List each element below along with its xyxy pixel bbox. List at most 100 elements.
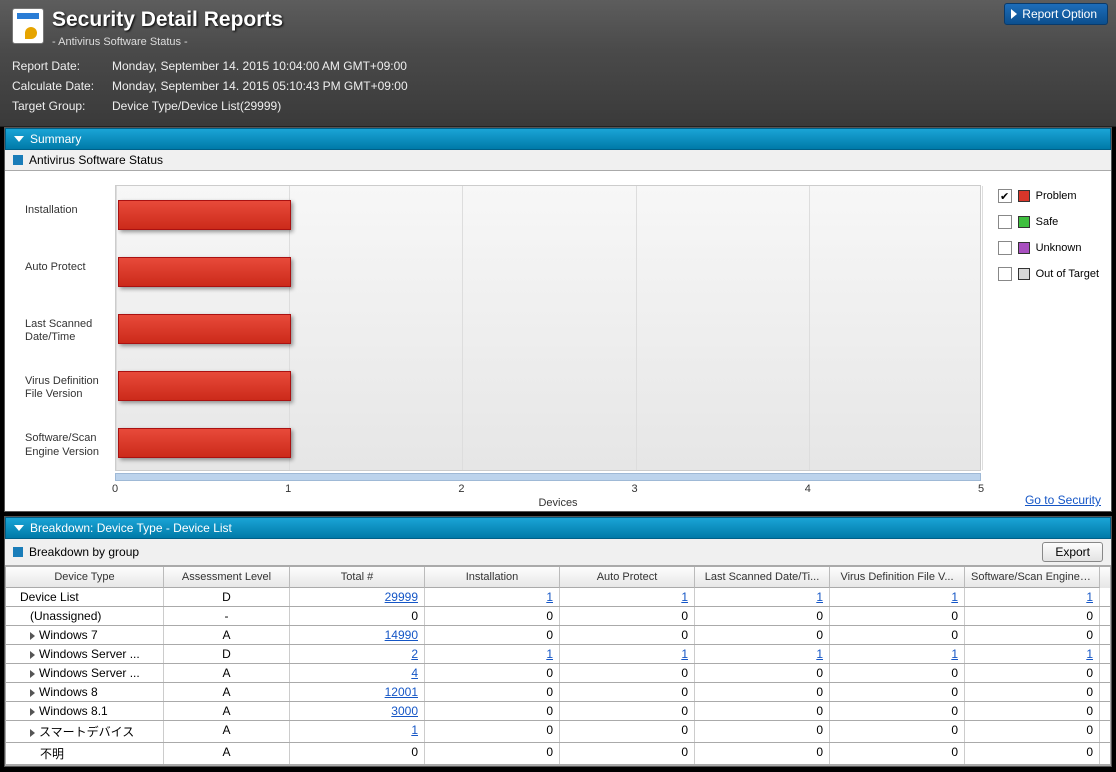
expand-icon[interactable] — [30, 651, 35, 659]
cell-value[interactable]: 1 — [830, 645, 965, 663]
cell-value[interactable]: 1 — [425, 645, 560, 663]
legend-item[interactable]: Safe — [998, 215, 1099, 229]
table-row[interactable]: 不明A000000 — [6, 743, 1110, 765]
legend-item[interactable]: ✔Problem — [998, 189, 1099, 203]
go-to-security-link[interactable]: Go to Security — [1025, 493, 1101, 507]
x-tick-label: 2 — [458, 483, 464, 495]
cell-total[interactable]: 14990 — [290, 626, 425, 644]
legend-checkbox[interactable]: ✔ — [998, 189, 1012, 203]
chart-bar[interactable] — [118, 257, 291, 287]
cell-value: 0 — [695, 626, 830, 644]
cell-value[interactable]: 1 — [695, 645, 830, 663]
cell-assessment-level: A — [164, 683, 290, 701]
export-button[interactable]: Export — [1042, 542, 1103, 562]
cell-value: 0 — [560, 664, 695, 682]
cell-total[interactable]: 12001 — [290, 683, 425, 701]
cell-device-type: Windows Server ... — [6, 664, 164, 682]
cell-total[interactable]: 2 — [290, 645, 425, 663]
expand-icon[interactable] — [30, 689, 35, 697]
cell-value: 0 — [965, 721, 1100, 742]
cell-value: 0 — [965, 743, 1100, 764]
cell-value: 0 — [695, 607, 830, 625]
cell-value[interactable]: 1 — [560, 588, 695, 606]
cell-value: 0 — [830, 683, 965, 701]
x-tick-label: 5 — [978, 483, 984, 495]
cell-device-type: Windows 7 — [6, 626, 164, 644]
legend-item[interactable]: Out of Target — [998, 267, 1099, 281]
expand-icon[interactable] — [30, 670, 35, 678]
cell-total[interactable]: 29999 — [290, 588, 425, 606]
breakdown-section-label: Breakdown: Device Type - Device List — [30, 521, 232, 535]
breakdown-section-header[interactable]: Breakdown: Device Type - Device List — [5, 517, 1111, 539]
meta-report-date: Report Date: Monday, September 14. 2015 … — [12, 56, 1104, 76]
y-category-label: Installation — [5, 204, 109, 217]
x-tick-label: 1 — [285, 483, 291, 495]
cell-value: 0 — [965, 626, 1100, 644]
cell-assessment-level: D — [164, 645, 290, 663]
legend-checkbox[interactable] — [998, 241, 1012, 255]
cell-total[interactable]: 3000 — [290, 702, 425, 720]
legend-label: Unknown — [1036, 242, 1082, 254]
report-icon — [12, 8, 44, 44]
cell-assessment-level: A — [164, 743, 290, 764]
column-header[interactable]: Auto Protect — [560, 567, 695, 588]
play-icon — [1011, 9, 1017, 19]
legend-item[interactable]: Unknown — [998, 241, 1099, 255]
table-row[interactable]: Windows Server ...A400000 — [6, 664, 1110, 683]
summary-subheading: Antivirus Software Status — [5, 150, 1111, 171]
table-row[interactable]: Windows Server ...D211111 — [6, 645, 1110, 664]
expand-icon[interactable] — [30, 632, 35, 640]
column-header[interactable]: Last Scanned Date/Ti... — [695, 567, 830, 588]
column-header[interactable]: Device Type — [6, 567, 164, 588]
chevron-down-icon — [14, 525, 24, 531]
column-header[interactable]: Total # — [290, 567, 425, 588]
cell-value[interactable]: 1 — [830, 588, 965, 606]
chart-bar[interactable] — [118, 428, 291, 458]
cell-value[interactable]: 1 — [560, 645, 695, 663]
table-row[interactable]: Device ListD2999911111 — [6, 588, 1110, 607]
cell-total[interactable]: 1 — [290, 721, 425, 742]
table-row[interactable]: (Unassigned)-000000 — [6, 607, 1110, 626]
chart-bar[interactable] — [118, 371, 291, 401]
table-row[interactable]: Windows 8.1A300000000 — [6, 702, 1110, 721]
cell-value[interactable]: 1 — [425, 588, 560, 606]
cell-value[interactable]: 1 — [965, 588, 1100, 606]
chart-plot — [115, 185, 981, 471]
x-axis — [115, 473, 981, 481]
chart-bar[interactable] — [118, 200, 291, 230]
square-icon — [13, 155, 23, 165]
legend-swatch — [1018, 190, 1030, 202]
column-header[interactable]: Virus Definition File V... — [830, 567, 965, 588]
column-header[interactable]: Assessment Level — [164, 567, 290, 588]
column-header[interactable]: Software/Scan Engine V... — [965, 567, 1100, 588]
cell-device-type: 不明 — [6, 743, 164, 764]
legend-swatch — [1018, 268, 1030, 280]
summary-section-header[interactable]: Summary — [5, 128, 1111, 150]
table-row[interactable]: Windows 7A1499000000 — [6, 626, 1110, 645]
cell-value: 0 — [830, 721, 965, 742]
expand-icon[interactable] — [30, 729, 35, 737]
chart-bar[interactable] — [118, 314, 291, 344]
cell-value[interactable]: 1 — [965, 645, 1100, 663]
legend-checkbox[interactable] — [998, 215, 1012, 229]
summary-panel-title: Antivirus Software Status — [29, 153, 163, 167]
cell-total[interactable]: 4 — [290, 664, 425, 682]
cell-assessment-level: - — [164, 607, 290, 625]
table-row[interactable]: スマートデバイスA100000 — [6, 721, 1110, 743]
summary-section-label: Summary — [30, 132, 81, 146]
legend-checkbox[interactable] — [998, 267, 1012, 281]
expand-icon[interactable] — [30, 708, 35, 716]
chart-legend: ✔Problem Safe Unknown Out of Target — [998, 189, 1099, 293]
cell-value[interactable]: 1 — [695, 588, 830, 606]
cell-value: 0 — [560, 721, 695, 742]
table-row[interactable]: Windows 8A1200100000 — [6, 683, 1110, 702]
legend-label: Safe — [1036, 216, 1059, 228]
cell-value: 0 — [695, 702, 830, 720]
meta-target-group: Target Group: Device Type/Device List(29… — [12, 96, 1104, 116]
cell-value: 0 — [965, 683, 1100, 701]
breakdown-table: Device TypeAssessment LevelTotal #Instal… — [5, 566, 1111, 766]
breakdown-panel-title: Breakdown by group — [29, 545, 139, 559]
cell-value: 0 — [830, 743, 965, 764]
column-header[interactable]: Installation — [425, 567, 560, 588]
report-option-button[interactable]: Report Option — [1004, 3, 1108, 25]
